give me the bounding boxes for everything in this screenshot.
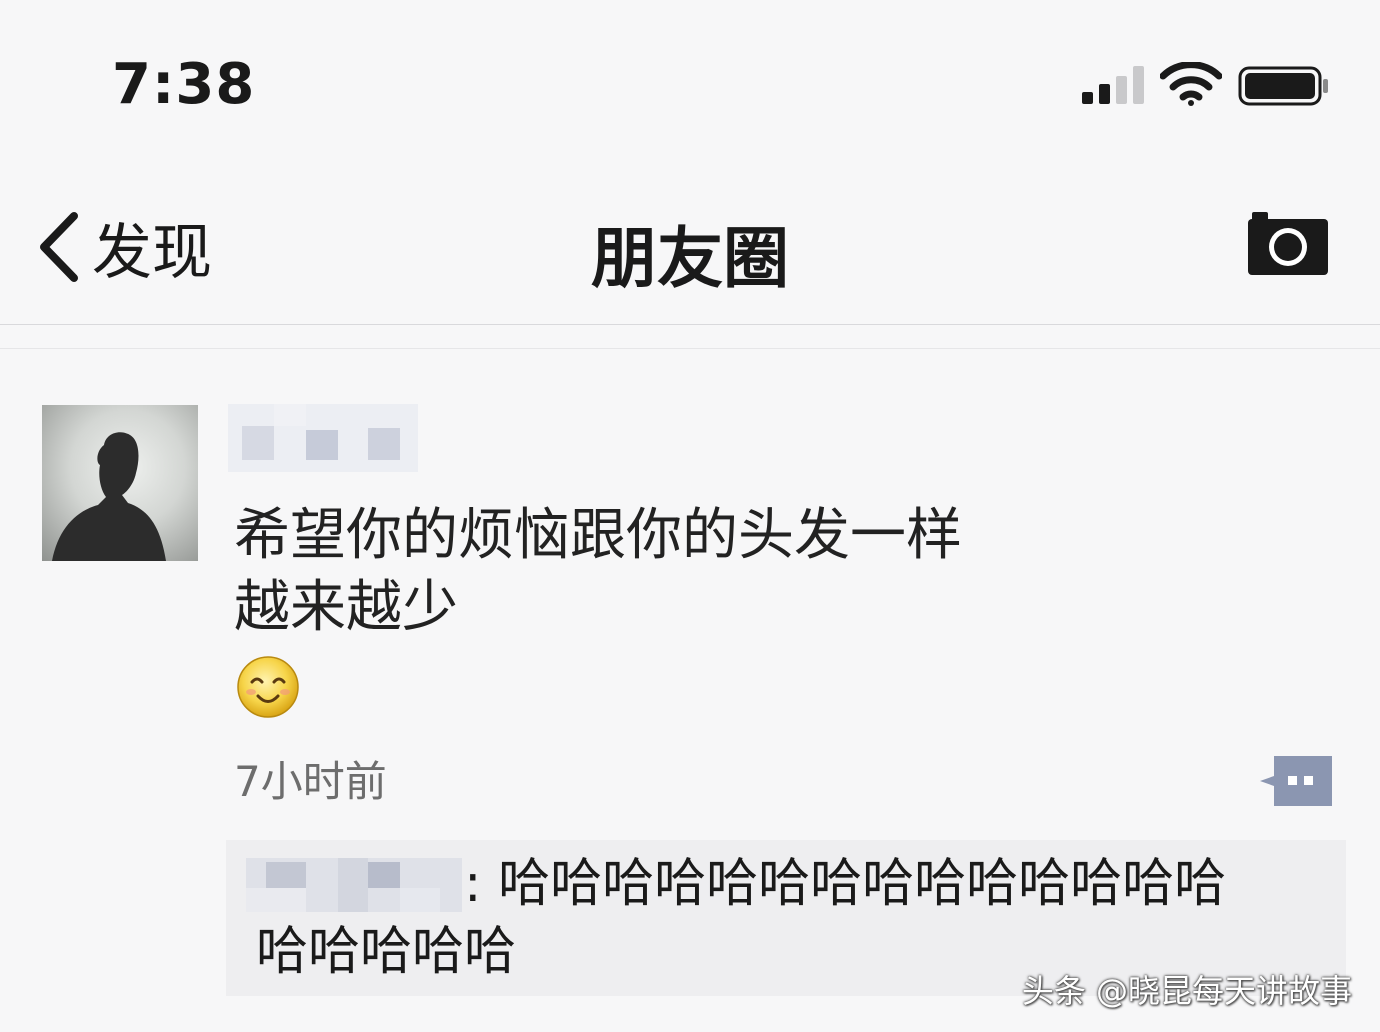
smiling-face-emoji (237, 656, 299, 718)
page-title: 朋友圈 (591, 220, 789, 297)
nav-divider (0, 324, 1380, 325)
comment-text-line: 哈哈哈哈哈 (256, 922, 517, 982)
comment-text-line: : 哈哈哈哈哈哈哈哈哈哈哈哈哈哈 (464, 848, 1226, 920)
post-timestamp: 7小时前 (234, 757, 387, 806)
wifi-icon (1160, 62, 1222, 106)
comment-text: 哈哈哈哈哈哈哈哈哈哈哈哈哈哈 (498, 854, 1227, 914)
status-bar: 7:38 (0, 0, 1380, 175)
post-text-line: 越来越少 (234, 575, 458, 640)
battery-icon (1238, 66, 1328, 106)
comment-separator: : (464, 854, 482, 914)
silhouette-icon (52, 432, 166, 561)
camera-icon[interactable] (1244, 209, 1332, 277)
watermark: 头条 @晓昆每天讲故事 (1021, 972, 1352, 1010)
status-time: 7:38 (112, 52, 256, 117)
username-mosaic (228, 404, 418, 472)
post-text: 希望你的烦恼跟你的头发一样 越来越少 (234, 500, 962, 644)
post-text-line: 希望你的烦恼跟你的头发一样 (234, 503, 962, 568)
commenter-mosaic (246, 858, 462, 912)
avatar[interactable] (42, 405, 198, 561)
nav-bar: 发现 朋友圈 (0, 175, 1380, 324)
signal-icon (1082, 66, 1144, 104)
content-divider (0, 348, 1380, 349)
comment-dots-icon[interactable] (1260, 756, 1332, 806)
